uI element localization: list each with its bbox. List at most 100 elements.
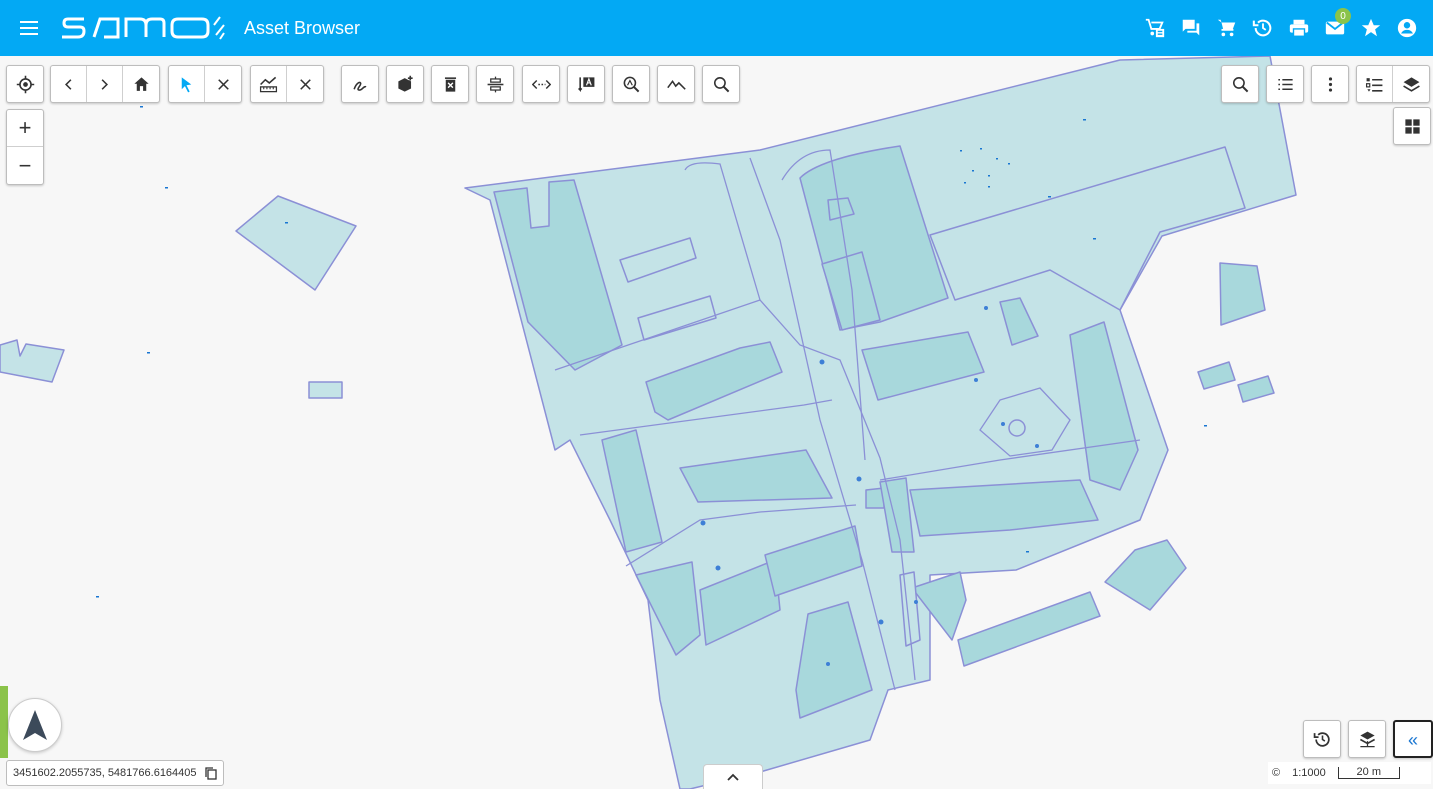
collapse-panel-button[interactable]: « [1395, 722, 1431, 758]
map-search-button[interactable] [1222, 66, 1258, 102]
label-group [567, 65, 605, 103]
home-icon [133, 76, 149, 91]
measure-button[interactable] [251, 66, 287, 102]
forward-button[interactable] [87, 66, 123, 102]
draw-group [341, 65, 379, 103]
grid-icon [1404, 118, 1420, 134]
basemap-grid-button[interactable] [1394, 108, 1430, 144]
history-button[interactable] [1245, 0, 1281, 56]
compass-button[interactable] [8, 698, 62, 752]
parcel [1197, 361, 1236, 390]
profile-icon [666, 79, 686, 90]
building [957, 591, 1101, 667]
north-arrow-icon [23, 710, 47, 740]
chat-icon [1182, 19, 1200, 36]
parcel [1104, 539, 1187, 611]
forward-icon [101, 78, 108, 90]
map-features[interactable] [0, 55, 1433, 789]
back-button[interactable] [51, 66, 87, 102]
scale-ratio: 1:1000 [1292, 767, 1326, 779]
status-strip [0, 686, 8, 758]
split-icon [487, 76, 503, 92]
zoom-search-group [612, 65, 650, 103]
layer-order-group [1348, 720, 1386, 758]
account-icon [1397, 18, 1417, 38]
legend-button[interactable] [1357, 66, 1393, 102]
zoom-search-button[interactable] [613, 66, 649, 102]
navigation-group [50, 65, 160, 103]
star-icon [1361, 18, 1381, 37]
distance-group [522, 65, 560, 103]
zoom-out-button[interactable]: − [7, 147, 43, 184]
add-asset-group [386, 65, 424, 103]
select-button[interactable] [169, 66, 205, 102]
clear-measure-button[interactable] [287, 66, 323, 102]
clear-selection-button[interactable] [205, 66, 241, 102]
history-group [1303, 720, 1341, 758]
favorites-button[interactable] [1353, 0, 1389, 56]
mail-button[interactable]: 0 [1317, 0, 1353, 56]
selection-group [168, 65, 242, 103]
page-title: Asset Browser [244, 17, 361, 38]
more-button[interactable] [1312, 66, 1348, 102]
draw-button[interactable] [342, 66, 378, 102]
close-icon [217, 78, 229, 90]
history-icon [1252, 19, 1272, 37]
cart-icon [1217, 19, 1236, 37]
list-button[interactable] [1267, 66, 1303, 102]
locate-icon [16, 75, 34, 93]
label-button[interactable] [568, 66, 604, 102]
close-icon [299, 78, 311, 90]
delete-button[interactable] [432, 66, 468, 102]
parcel [308, 381, 343, 399]
layers-icon [1402, 76, 1420, 92]
map-history-button[interactable] [1304, 721, 1340, 757]
trash-icon [444, 76, 456, 92]
copy-icon[interactable] [204, 766, 217, 780]
label-icon [577, 76, 594, 92]
chat-button[interactable] [1173, 0, 1209, 56]
add-asset-button[interactable] [387, 66, 423, 102]
map-scale: © 1:1000 20 m [1268, 762, 1431, 784]
more-group [1311, 65, 1349, 103]
zoom-in-button[interactable]: + [7, 110, 43, 147]
search-icon [713, 76, 729, 92]
split-button[interactable] [477, 66, 513, 102]
search-group [702, 65, 740, 103]
copyright-symbol: © [1272, 767, 1281, 779]
history-icon [1313, 731, 1330, 747]
search-button[interactable] [703, 66, 739, 102]
more-vertical-icon [1328, 76, 1332, 92]
parcel [1219, 262, 1266, 326]
list-group [1266, 65, 1304, 103]
locate-group [6, 65, 44, 103]
grid-group [1393, 107, 1431, 145]
mail-badge: 0 [1335, 8, 1351, 24]
home-button[interactable] [123, 66, 159, 102]
layers-button[interactable] [1393, 66, 1429, 102]
scale-bar: 20 m [1337, 767, 1400, 779]
profile-group [657, 65, 695, 103]
right-search-group [1221, 65, 1259, 103]
locate-button[interactable] [7, 66, 43, 102]
expand-panel-button[interactable] [703, 764, 763, 789]
distance-button[interactable] [523, 66, 559, 102]
draw-icon [352, 81, 366, 91]
coordinates-text: 3451602.2055735, 5481766.6164405 [13, 767, 197, 779]
back-icon [65, 78, 72, 90]
map-canvas[interactable] [0, 55, 1433, 789]
chevron-up-icon [727, 773, 739, 781]
coordinate-readout: 3451602.2055735, 5481766.6164405 [6, 760, 224, 786]
hamburger-icon [20, 21, 38, 35]
menu-button[interactable] [0, 0, 60, 56]
parcel [1237, 375, 1275, 403]
cart-list-button[interactable] [1137, 0, 1173, 56]
cart-button[interactable] [1209, 0, 1245, 56]
account-button[interactable] [1389, 0, 1425, 56]
split-group [476, 65, 514, 103]
layer-order-button[interactable] [1349, 721, 1385, 757]
profile-button[interactable] [658, 66, 694, 102]
samo-logo [60, 0, 230, 56]
print-button[interactable] [1281, 0, 1317, 56]
layer-order-icon [1359, 731, 1375, 747]
